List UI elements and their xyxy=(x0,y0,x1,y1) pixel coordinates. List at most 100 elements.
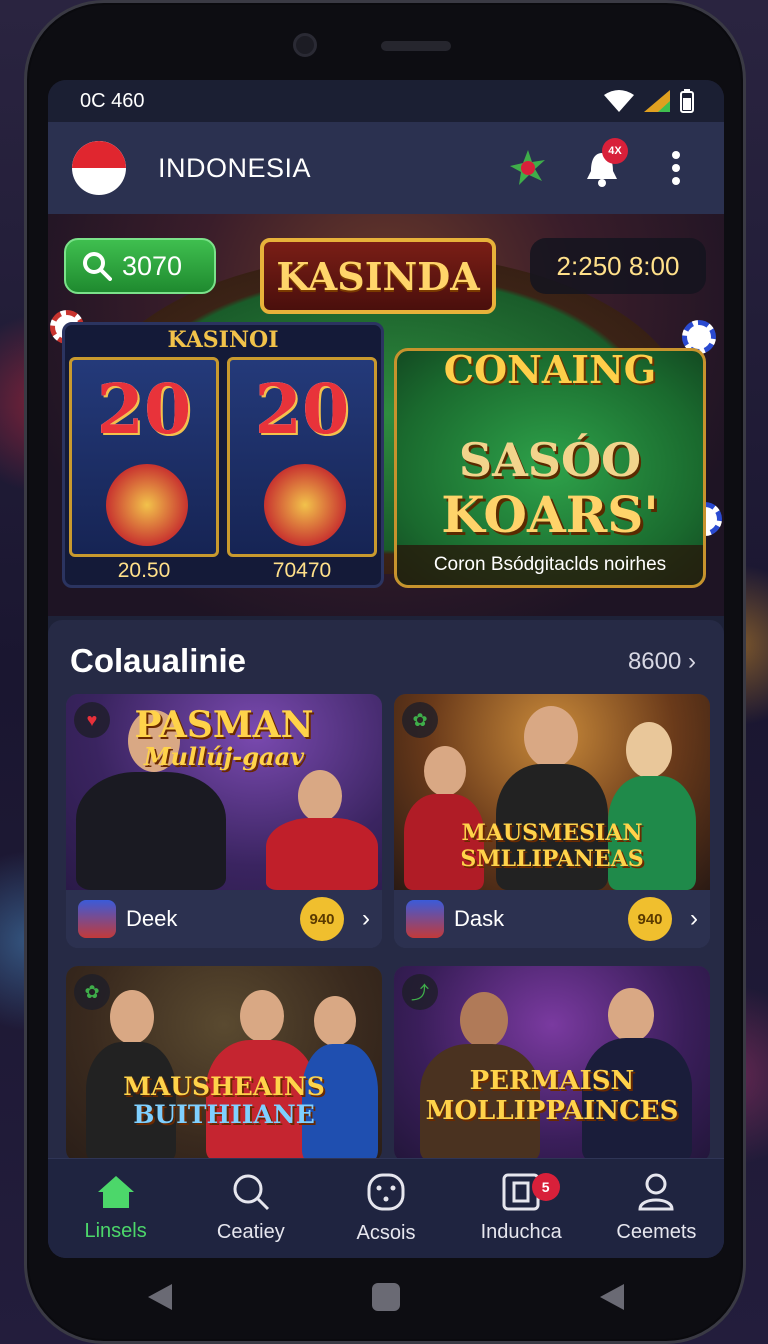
game-name: Dask xyxy=(454,906,505,931)
game-name: Deek xyxy=(126,906,178,931)
slot-character-icon xyxy=(106,464,188,546)
featured-headline-2: KOARS' xyxy=(441,485,659,544)
user-icon xyxy=(638,1173,674,1211)
recents-icon[interactable] xyxy=(598,1282,626,1312)
game-card-image: PERMAISN MOLLIPPAINCES ⤴ xyxy=(394,966,710,1162)
slot-title: KASINOI xyxy=(167,327,279,353)
dealer-figure xyxy=(608,988,654,1042)
section-see-all[interactable]: 8600 › xyxy=(628,648,696,676)
game-card[interactable]: PERMAISN MOLLIPPAINCES ⤴ xyxy=(394,966,710,1162)
slot-reel: 20 xyxy=(69,357,219,557)
player-figure xyxy=(298,770,342,822)
countdown-timer: 2:250 8:00 xyxy=(530,238,706,294)
reel-number: 20 xyxy=(254,370,350,450)
earpiece xyxy=(381,41,451,51)
front-camera xyxy=(293,33,317,57)
reel-number: 20 xyxy=(96,370,192,450)
promo-banner[interactable]: 3070 KASINDA 2:250 8:00 KASINOI 20 20 20… xyxy=(48,214,724,616)
nav-label: Linsels xyxy=(84,1220,147,1242)
game-card-footer: Dask 940 › xyxy=(394,890,710,948)
app-screen: 0C 460 INDONESIA 4X 3070 KASINDA 2:250 8… xyxy=(48,80,724,1258)
game-card-image: MAUSMESIAN SMLLIPANEAS ✿ xyxy=(394,694,710,890)
player-figure xyxy=(314,996,356,1046)
player-dress xyxy=(266,818,378,890)
nav-games[interactable]: Acsois xyxy=(318,1159,453,1258)
chevron-right-icon[interactable]: › xyxy=(362,905,370,933)
chevron-right-icon[interactable]: › xyxy=(690,905,698,933)
game-card[interactable]: PASMAN Mullúj-gaav ♥ Deek 940 › xyxy=(66,694,382,948)
balance-value: 3070 xyxy=(122,250,183,281)
nav-search[interactable]: Ceatiey xyxy=(183,1159,318,1258)
casino-logo: KASINDA xyxy=(260,238,496,314)
reel-value: 20.50 xyxy=(117,559,171,582)
bottom-navigation: Linsels Ceatiey Acsois 5 Induchca Ceemet… xyxy=(48,1158,724,1258)
dealer-suit xyxy=(76,772,226,890)
notifications-button[interactable]: 4X xyxy=(578,138,628,192)
nav-badge: 5 xyxy=(531,1173,560,1201)
clover-icon[interactable]: ✿ xyxy=(74,974,110,1010)
section-count: 8600 xyxy=(627,648,682,675)
search-icon xyxy=(83,252,112,281)
status-time: 0C 460 xyxy=(80,89,145,112)
clover-icon[interactable]: ✿ xyxy=(402,702,438,738)
player-figure xyxy=(626,722,672,778)
home-circle-icon[interactable] xyxy=(371,1282,401,1312)
game-card-footer: Deek 940 › xyxy=(66,890,382,948)
coin-badge: 940 xyxy=(628,897,672,941)
game-thumbnail xyxy=(406,900,444,938)
app-header: INDONESIA 4X xyxy=(48,122,724,214)
status-icons xyxy=(604,89,694,113)
game-title: PERMAISN xyxy=(469,1066,635,1096)
featured-headline-1: SASÓO xyxy=(458,433,642,487)
system-navigation xyxy=(48,1262,724,1332)
game-title: MAUSHEAINS xyxy=(123,1072,325,1101)
rewards-button[interactable] xyxy=(504,144,552,192)
player-figure xyxy=(460,992,508,1048)
nav-wallet[interactable]: 5 Induchca xyxy=(454,1159,589,1258)
slot-machine-panel[interactable]: KASINOI 20 20 20.50 70470 xyxy=(62,322,384,588)
arrow-icon[interactable]: ⤴ xyxy=(402,974,438,1010)
game-thumbnail xyxy=(78,900,116,938)
game-card[interactable]: MAUSMESIAN SMLLIPANEAS ✿ Dask 940 › xyxy=(394,694,710,948)
game-card-image: PASMAN Mullúj-gaav ♥ xyxy=(66,694,382,890)
game-card[interactable]: MAUSHEAINS BUITHIIANE ✿ xyxy=(66,966,382,1162)
splash-gift-icon xyxy=(510,150,545,185)
status-bar: 0C 460 xyxy=(48,80,724,122)
balance-search-pill[interactable]: 3070 xyxy=(64,238,216,294)
featured-caption: Coron Bsódgitaclds noirhes xyxy=(397,545,703,585)
game-title: MAUSMESIAN xyxy=(461,820,643,846)
player-figure xyxy=(424,746,466,796)
notification-badge: 4X xyxy=(602,138,628,164)
signal-icon xyxy=(644,90,670,112)
game-subtitle: Mullúj-gaav xyxy=(143,742,305,771)
nav-home[interactable]: Linsels xyxy=(48,1159,183,1258)
search-icon xyxy=(233,1174,269,1211)
reel-value: 70470 xyxy=(272,559,332,582)
dealer-figure xyxy=(240,990,284,1042)
slot-emblem-icon xyxy=(264,464,346,546)
slot-reel: 20 xyxy=(227,357,377,557)
game-subtitle: MOLLIPPAINCES xyxy=(425,1096,679,1126)
nav-label: Acsois xyxy=(356,1222,416,1244)
back-icon[interactable] xyxy=(146,1282,174,1312)
featured-table-panel[interactable]: CONAING SASÓO KOARS' Coron Bsódgitaclds … xyxy=(394,347,706,588)
game-card-image: MAUSHEAINS BUITHIIANE ✿ xyxy=(66,966,382,1162)
more-menu-button[interactable] xyxy=(652,144,700,192)
coin-badge: 940 xyxy=(300,897,344,941)
game-subtitle: BUITHIIANE xyxy=(133,1100,315,1129)
chevron-right-icon: › xyxy=(688,648,696,675)
heart-icon[interactable]: ♥ xyxy=(74,702,110,738)
game-subtitle: SMLLIPANEAS xyxy=(460,846,644,872)
battery-icon xyxy=(680,89,694,113)
nav-profile[interactable]: Ceemets xyxy=(589,1159,724,1258)
home-icon xyxy=(97,1176,134,1208)
indonesia-flag-avatar[interactable] xyxy=(72,141,126,195)
featured-title: CONAING xyxy=(443,347,657,392)
nav-label: Induchca xyxy=(480,1221,562,1243)
more-vertical-icon xyxy=(672,151,680,185)
header-title: INDONESIA xyxy=(158,152,312,183)
dice-icon xyxy=(367,1173,405,1211)
nav-label: Ceemets xyxy=(616,1221,697,1243)
nav-label: Ceatiey xyxy=(216,1221,285,1243)
section-title: Colaualinie xyxy=(70,642,247,679)
